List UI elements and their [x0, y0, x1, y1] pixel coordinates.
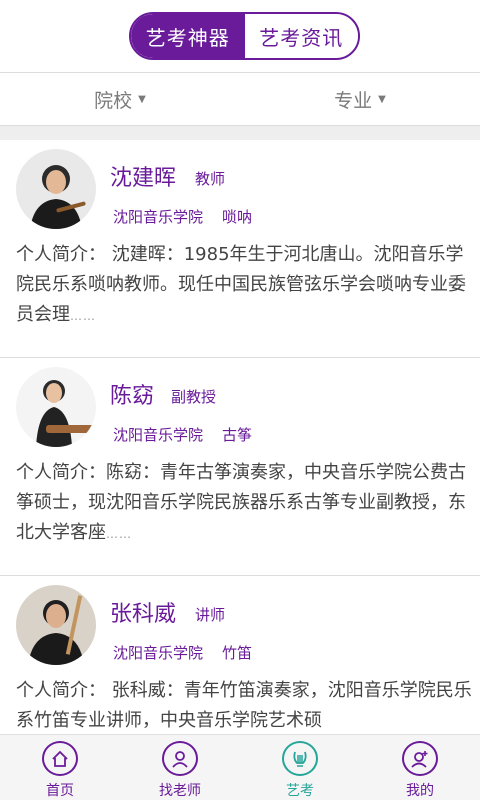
- tab-art-exam-tool[interactable]: 艺考神器: [131, 14, 245, 58]
- teacher-avatar: [16, 585, 96, 665]
- teacher-icon: [162, 741, 198, 776]
- nav-mine[interactable]: 我的: [360, 735, 480, 800]
- app-root: 艺考神器 艺考资讯 院校 ▼ 专业 ▼ 沈建晖 教师 沈阳音乐学院 唢呐 个人简…: [0, 0, 480, 800]
- nav-mine-label: 我的: [406, 783, 434, 799]
- teacher-card[interactable]: 张科威 讲师 沈阳音乐学院 竹笛 个人简介： 张科威：青年竹笛演奏家，沈阳音乐学…: [0, 576, 480, 734]
- segmented-control: 艺考神器 艺考资讯: [129, 12, 360, 60]
- nav-art-exam-label: 艺考: [286, 783, 314, 799]
- nav-find-teacher[interactable]: 找老师: [120, 735, 240, 800]
- teacher-avatar: [16, 149, 96, 229]
- caret-down-icon: ▼: [138, 93, 146, 105]
- teacher-name: 沈建晖: [110, 166, 177, 191]
- teacher-intro: 个人简介： 沈建晖：1985年生于河北唐山。沈阳音乐学院民乐系唢呐教师。现任中国…: [16, 240, 472, 331]
- top-bar: 艺考神器 艺考资讯: [0, 0, 480, 72]
- intro-ellipsis: ……: [106, 527, 132, 541]
- teacher-card[interactable]: 陈窈 副教授 沈阳音乐学院 古筝 个人简介：陈窈：青年古筝演奏家，中央音乐学院公…: [0, 358, 480, 576]
- section-divider: [0, 126, 480, 140]
- filter-major-label: 专业: [334, 89, 373, 112]
- teacher-title: 教师: [195, 170, 226, 188]
- teacher-major: 竹笛: [222, 644, 253, 662]
- nav-art-exam[interactable]: 艺考: [240, 735, 360, 800]
- intro-ellipsis: ……: [70, 309, 96, 323]
- teacher-title: 副教授: [171, 388, 217, 406]
- caret-down-icon: ▼: [378, 93, 386, 105]
- nav-find-teacher-label: 找老师: [159, 783, 201, 799]
- bottom-nav: 首页 找老师 艺考 我的: [0, 734, 480, 800]
- teacher-school: 沈阳音乐学院: [113, 426, 204, 444]
- teacher-avatar: [16, 367, 96, 447]
- teacher-major: 唢呐: [222, 208, 253, 226]
- teacher-name: 张科威: [110, 602, 177, 627]
- teacher-intro: 个人简介： 张科威：青年竹笛演奏家，沈阳音乐学院民乐系竹笛专业讲师，中央音乐学院…: [16, 676, 472, 734]
- filter-school-label: 院校: [94, 89, 133, 112]
- teacher-card[interactable]: 沈建晖 教师 沈阳音乐学院 唢呐 个人简介： 沈建晖：1985年生于河北唐山。沈…: [0, 140, 480, 358]
- teacher-intro-text: 个人简介：陈窈：青年古筝演奏家，中央音乐学院公费古筝硕士，现沈阳音乐学院民族器乐…: [16, 462, 466, 543]
- teacher-school: 沈阳音乐学院: [113, 208, 204, 226]
- home-icon: [42, 741, 78, 776]
- teacher-list: 沈建晖 教师 沈阳音乐学院 唢呐 个人简介： 沈建晖：1985年生于河北唐山。沈…: [0, 140, 480, 734]
- tab-art-exam-news[interactable]: 艺考资讯: [244, 14, 358, 58]
- user-add-icon: [402, 741, 438, 776]
- teacher-name: 陈窈: [110, 384, 155, 409]
- teacher-major: 古筝: [222, 426, 253, 444]
- teacher-title: 讲师: [195, 606, 226, 624]
- teacher-intro-text: 个人简介： 张科威：青年竹笛演奏家，沈阳音乐学院民乐系竹笛专业讲师，中央音乐学院…: [16, 680, 472, 731]
- filter-school[interactable]: 院校 ▼: [0, 73, 240, 125]
- lyre-icon: [282, 741, 318, 776]
- nav-home[interactable]: 首页: [0, 735, 120, 800]
- teacher-intro: 个人简介：陈窈：青年古筝演奏家，中央音乐学院公费古筝硕士，现沈阳音乐学院民族器乐…: [16, 458, 472, 549]
- filter-major[interactable]: 专业 ▼: [240, 73, 480, 125]
- filter-bar: 院校 ▼ 专业 ▼: [0, 72, 480, 126]
- nav-home-label: 首页: [46, 783, 74, 799]
- teacher-school: 沈阳音乐学院: [113, 644, 204, 662]
